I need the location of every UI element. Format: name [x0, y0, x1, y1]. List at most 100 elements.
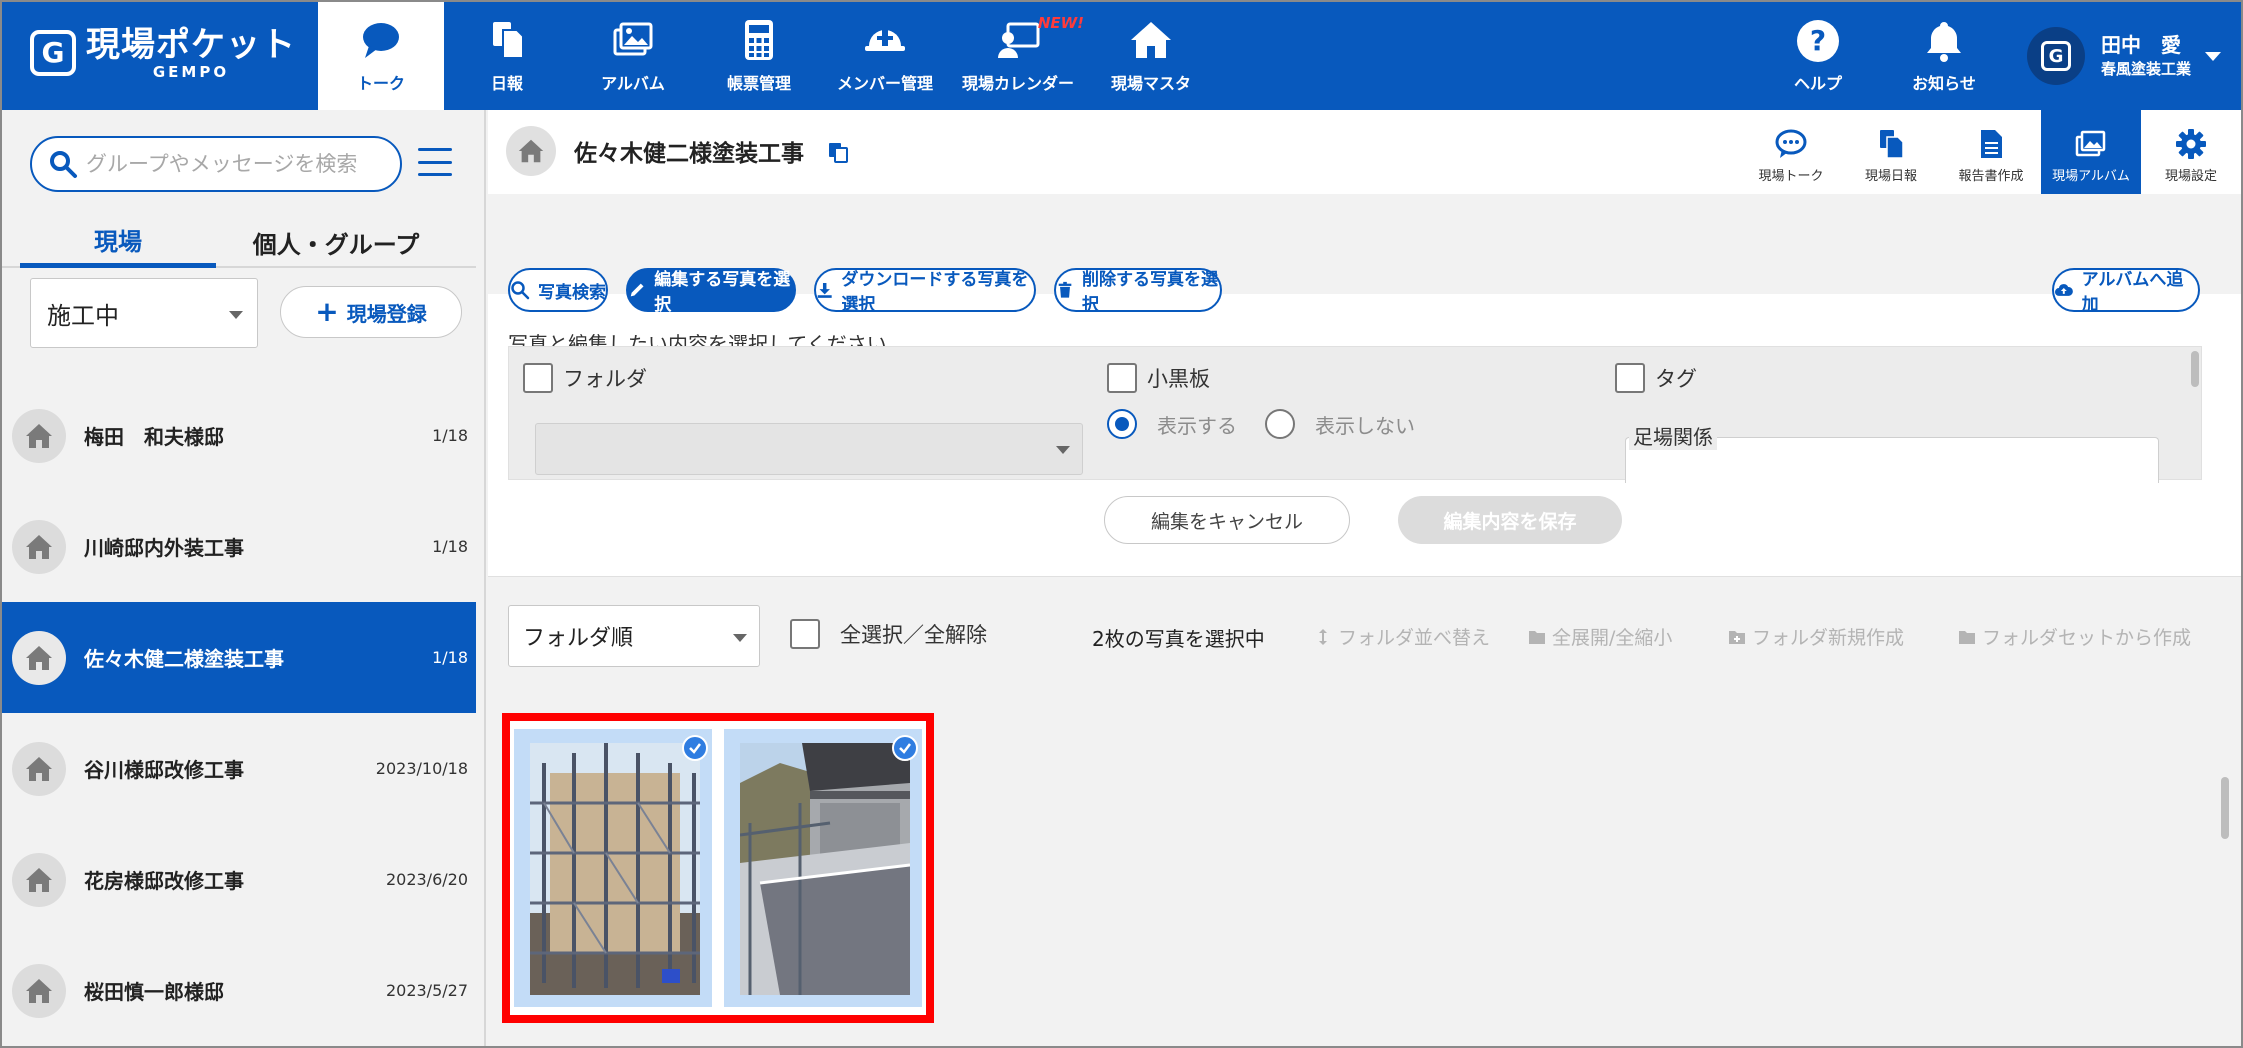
sidebar: 現場 個人・グループ 施工中 + 現場登録 梅田 和夫様邸 1/18 川崎邸内外… — [2, 110, 486, 1046]
hamburger-menu-icon[interactable] — [418, 148, 452, 176]
site-date: 2023/10/18 — [375, 759, 468, 778]
site-item[interactable]: 谷川様邸改修工事 2023/10/18 — [2, 713, 476, 824]
select-edit-button[interactable]: 編集する写真を選択 — [626, 268, 796, 315]
expand-collapse-button[interactable]: 全展開/全縮小 — [1528, 623, 1672, 650]
calculator-icon — [745, 20, 773, 60]
blackboard-option[interactable]: 小黒板 — [1107, 363, 1210, 393]
edit-options-panel: フォルダ 小黒板 表示する 表示しない タグ 足場関係 — [508, 346, 2202, 483]
new-folder-label: フォルダ新規作成 — [1752, 627, 1905, 649]
top-bar: G 現場ポケット GEMPO トーク 日報 アルバム 帳票管理 メンバー管理 N… — [2, 2, 2241, 110]
tag-checkbox[interactable] — [1615, 363, 1645, 393]
daily-report-icon — [1880, 130, 1904, 159]
select-delete-button[interactable]: 削除する写真を選択 — [1054, 268, 1222, 315]
nav-members[interactable]: メンバー管理 — [822, 2, 948, 110]
help-button[interactable]: ? ヘルプ — [1755, 2, 1881, 110]
tab-sites[interactable]: 現場 — [20, 216, 216, 268]
folder-checkbox[interactable] — [523, 363, 553, 393]
nav-site-master[interactable]: 現場マスタ — [1088, 2, 1214, 110]
photo-search-label: 写真検索 — [538, 282, 606, 303]
select-all-checkbox[interactable] — [790, 619, 820, 649]
nav-talk[interactable]: トーク — [318, 2, 444, 110]
search-box[interactable] — [30, 136, 402, 192]
house-icon — [12, 852, 66, 907]
select-all-label: 全選択／全解除 — [840, 623, 987, 647]
search-icon — [50, 151, 77, 178]
site-name: 梅田 和夫様邸 — [84, 425, 224, 449]
house-icon — [12, 963, 66, 1018]
photo-thumbnail[interactable] — [724, 729, 922, 1007]
site-item-active[interactable]: 佐々木健二様塗装工事 1/18 — [2, 602, 476, 713]
subnav-site-settings[interactable]: 現場設定 — [2141, 110, 2241, 196]
notifications-button[interactable]: お知らせ — [1881, 2, 2007, 110]
folder-set-button[interactable]: フォルダセットから作成 — [1958, 623, 2191, 650]
album-icon — [613, 22, 653, 56]
site-item[interactable]: 梅田 和夫様邸 1/18 — [2, 380, 476, 491]
check-icon — [892, 735, 918, 761]
folder-reorder-label: フォルダ並べ替え — [1338, 627, 1491, 649]
helmet-icon — [865, 30, 905, 51]
folder-set-label: フォルダセットから作成 — [1982, 627, 2192, 649]
copy-icon[interactable] — [826, 140, 850, 164]
tag-option[interactable]: タグ — [1615, 363, 1697, 393]
blackboard-checkbox[interactable] — [1107, 363, 1137, 393]
house-icon — [12, 408, 66, 463]
add-site-button[interactable]: + 現場登録 — [280, 286, 462, 338]
caret-down-icon — [2205, 51, 2221, 61]
gear-icon — [2176, 129, 2206, 159]
folder-icon — [1529, 630, 1545, 644]
sort-arrows-icon — [1319, 628, 1327, 645]
add-to-album-button[interactable]: アルバムへ追加 — [2052, 268, 2200, 315]
hide-radio[interactable]: 表示しない — [1265, 409, 1415, 439]
svg-text:?: ? — [1810, 24, 1826, 57]
chat-bubble-icon — [363, 23, 399, 58]
select-all-toggle[interactable]: 全選択／全解除 — [790, 619, 987, 649]
subnav-site-album[interactable]: 現場アルバム — [2041, 110, 2141, 196]
radio-selected-icon — [1107, 409, 1137, 439]
nav-album[interactable]: アルバム — [570, 2, 696, 110]
app-logo[interactable]: G 現場ポケット GEMPO — [30, 26, 296, 80]
user-name: 田中 愛 — [2100, 33, 2181, 57]
sort-order-value: フォルダ順 — [523, 626, 634, 651]
subnav-site-report[interactable]: 現場日報 — [1841, 110, 1941, 196]
sort-order-select[interactable]: フォルダ順 — [508, 605, 760, 667]
site-item[interactable]: 桜田慎一郎様邸 2023/5/27 — [2, 935, 476, 1046]
logo-mark-icon: G — [2040, 41, 2071, 71]
check-icon — [682, 735, 708, 761]
save-edit-button[interactable]: 編集内容を保存 — [1398, 496, 1622, 544]
notifications-label: お知らせ — [1912, 74, 1976, 93]
select-download-label: ダウンロードする写真を選択 — [841, 270, 1029, 315]
status-filter-select[interactable]: 施工中 — [30, 278, 258, 348]
site-item[interactable]: 川崎邸内外装工事 1/18 — [2, 491, 476, 602]
scaffold-photo — [530, 743, 700, 995]
nav-members-label: メンバー管理 — [836, 74, 933, 93]
main-nav: トーク 日報 アルバム 帳票管理 メンバー管理 NEW! 現場カレンダー 現場マ… — [318, 2, 1214, 110]
nav-daily-report[interactable]: 日報 — [444, 2, 570, 110]
nav-calendar[interactable]: NEW! 現場カレンダー — [948, 2, 1088, 110]
chat-bubble-icon — [1775, 129, 1807, 158]
subnav-label: 現場日報 — [1864, 169, 1917, 184]
photo-search-button[interactable]: 写真検索 — [508, 268, 608, 312]
new-folder-button[interactable]: フォルダ新規作成 — [1728, 623, 1904, 650]
project-home-icon[interactable] — [506, 126, 556, 176]
show-radio[interactable]: 表示する — [1107, 409, 1237, 439]
balcony-photo — [740, 743, 910, 995]
cancel-edit-button[interactable]: 編集をキャンセル — [1104, 496, 1350, 544]
tab-groups[interactable]: 個人・グループ — [216, 216, 456, 268]
nav-forms[interactable]: 帳票管理 — [696, 2, 822, 110]
subnav-report-create[interactable]: 報告書作成 — [1941, 110, 2041, 196]
folder-select[interactable] — [535, 423, 1083, 475]
nav-calendar-label: 現場カレンダー — [961, 74, 1074, 93]
site-item[interactable]: 花房様邸改修工事 2023/6/20 — [2, 824, 476, 935]
site-list: 梅田 和夫様邸 1/18 川崎邸内外装工事 1/18 佐々木健二様塗装工事 1/… — [2, 380, 476, 1046]
select-download-button[interactable]: ダウンロードする写真を選択 — [814, 268, 1036, 315]
folder-reorder-button[interactable]: フォルダ並べ替え — [1314, 623, 1490, 650]
folder-option[interactable]: フォルダ — [523, 363, 647, 393]
photo-thumbnail[interactable] — [514, 729, 712, 1007]
project-subnav: 現場トーク 現場日報 報告書作成 現場アルバム 現場設定 — [1741, 110, 2241, 196]
subnav-site-talk[interactable]: 現場トーク — [1741, 110, 1841, 196]
search-input[interactable] — [86, 152, 386, 176]
user-menu[interactable]: G 田中 愛 春風塗装工業 — [2007, 2, 2241, 110]
main-content: 佐々木健二様塗装工事 現場トーク 現場日報 報告書作成 現場アルバム 現場設定 … — [488, 110, 2241, 1046]
photo-area-scrollbar[interactable] — [2221, 777, 2229, 839]
panel-scrollbar[interactable] — [2191, 351, 2199, 387]
